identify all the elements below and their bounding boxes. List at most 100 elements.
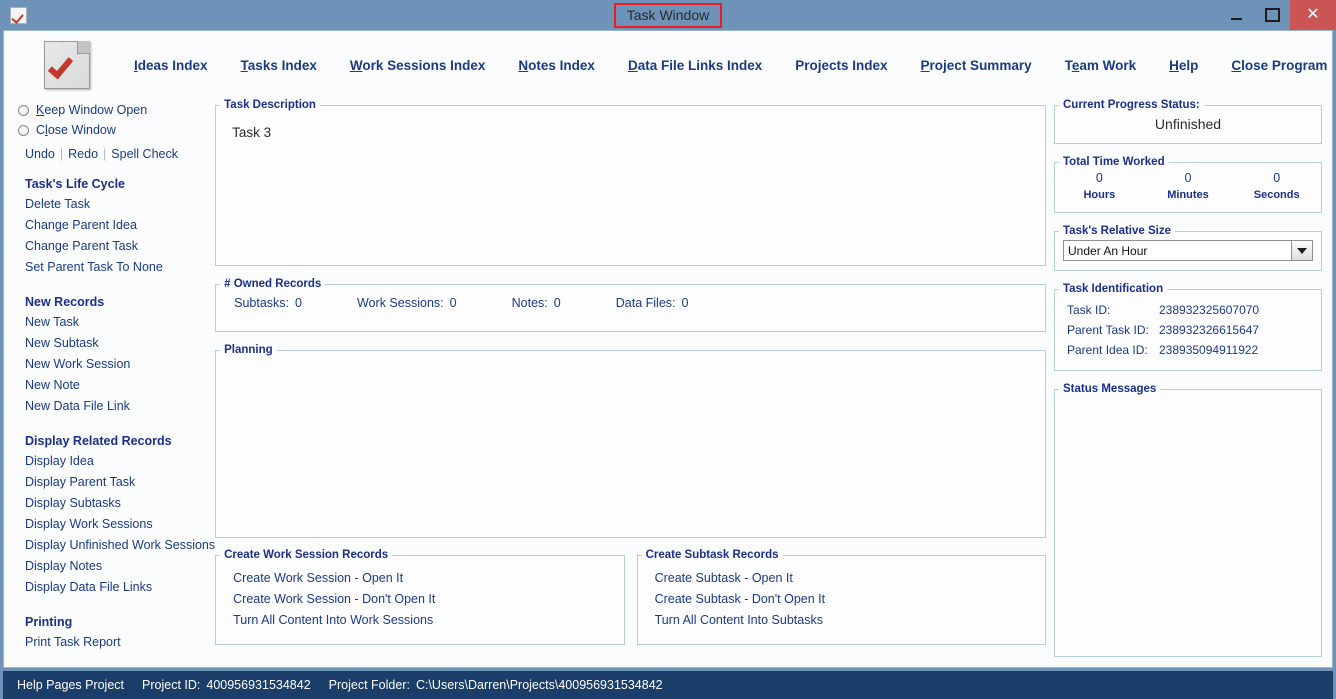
nav-item-team-work[interactable]: Team Work xyxy=(1065,58,1137,73)
total-time-worked-panel: Total Time Worked 0 Hours 0 Minutes 0 Se xyxy=(1054,156,1322,213)
identification-rows: Task ID: 238932325607070 Parent Task ID:… xyxy=(1055,295,1321,360)
planning-panel: Planning xyxy=(215,344,1046,538)
nav-item-help[interactable]: Help xyxy=(1169,58,1198,73)
sidebar-item-display-unfinished-work-sessions[interactable]: Display Unfinished Work Sessions xyxy=(25,536,215,554)
sidebar-item-display-subtasks[interactable]: Display Subtasks xyxy=(25,494,215,512)
sidebar-item-set-parent-task-to-none[interactable]: Set Parent Task To None xyxy=(25,258,215,276)
maximize-button[interactable] xyxy=(1254,0,1290,30)
sidebar-item-change-parent-task[interactable]: Change Parent Task xyxy=(25,237,215,255)
planning-legend: Planning xyxy=(224,344,273,356)
status-messages-legend: Status Messages xyxy=(1063,383,1157,395)
task-relative-size-panel: Task's Relative Size Under An Hour xyxy=(1054,225,1322,271)
task-description-legend: Task Description xyxy=(224,99,316,111)
edit-actions-row: Undo | Redo | Spell Check xyxy=(25,147,215,161)
radio-label: Keep Window Open xyxy=(36,103,148,117)
window-controls: ✕ xyxy=(1218,0,1336,30)
time-value: 0 xyxy=(1184,171,1192,185)
page-title: Task Window xyxy=(613,2,723,28)
status-project-id-label: Project ID: xyxy=(142,678,201,692)
create-subtask-legend: Create Subtask Records xyxy=(645,549,779,561)
owned-value: 0 xyxy=(449,296,457,310)
minimize-button[interactable] xyxy=(1218,0,1254,30)
status-project-folder-value: C:\Users\Darren\Projects\400956931534842 xyxy=(415,678,663,692)
radio-close-window[interactable]: Close Window xyxy=(18,123,215,137)
identification-label: Task ID: xyxy=(1067,303,1111,317)
owned-records-legend: # Owned Records xyxy=(224,278,322,290)
title-container: Task Window xyxy=(0,0,1336,30)
sidebar-item-new-data-file-link[interactable]: New Data File Link xyxy=(25,397,215,415)
right-column: Current Progress Status: Unfinished Tota… xyxy=(1054,99,1332,667)
identification-row-parent-task-id: Parent Task ID: 238932326615647 xyxy=(1067,320,1321,340)
status-project-folder: Project Folder: C:\Users\Darren\Projects\… xyxy=(329,678,663,692)
sidebar-heading-life-cycle: Task's Life Cycle xyxy=(25,177,126,191)
owned-cell-work-sessions: Work Sessions: 0 xyxy=(357,296,512,310)
time-unit: Hours xyxy=(1083,189,1116,201)
sidebar-item-new-note[interactable]: New Note xyxy=(25,376,215,394)
sidebar-item-display-parent-task[interactable]: Display Parent Task xyxy=(25,473,215,491)
nav-item-tasks-index[interactable]: Tasks Index xyxy=(241,58,317,73)
identification-row-parent-idea-id: Parent Idea ID: 238935094911922 xyxy=(1067,340,1321,360)
identification-value: 238932326615647 xyxy=(1159,323,1260,337)
title-bar: Task Window ✕ xyxy=(0,0,1336,30)
sidebar-item-change-parent-idea[interactable]: Change Parent Idea xyxy=(25,216,215,234)
sidebar-item-print-task-report[interactable]: Print Task Report xyxy=(25,633,215,651)
task-check-icon xyxy=(10,6,27,24)
status-project-id-value: 400956931534842 xyxy=(206,678,311,692)
turn-all-content-into-subtasks[interactable]: Turn All Content Into Subtasks xyxy=(655,610,1045,631)
current-progress-status-panel: Current Progress Status: Unfinished xyxy=(1054,99,1322,144)
nav-item-projects-index[interactable]: Projects Index xyxy=(795,58,887,73)
relative-size-select[interactable]: Under An Hour xyxy=(1063,240,1313,261)
task-identification-legend: Task Identification xyxy=(1063,283,1164,295)
chevron-down-icon[interactable] xyxy=(1291,241,1312,260)
owned-cell-subtasks: Subtasks: 0 xyxy=(234,296,357,310)
nav-item-work-sessions-index[interactable]: Work Sessions Index xyxy=(350,58,486,73)
radio-keep-window-open[interactable]: Keep Window Open xyxy=(18,103,215,117)
client-area: Ideas Index Tasks Index Work Sessions In… xyxy=(3,30,1333,668)
sidebar-heading-display-related: Display Related Records xyxy=(25,434,172,448)
sidebar-item-display-idea[interactable]: Display Idea xyxy=(25,452,215,470)
sidebar-item-new-subtask[interactable]: New Subtask xyxy=(25,334,215,352)
identification-label: Parent Idea ID: xyxy=(1067,343,1148,357)
owned-label: Data Files: xyxy=(615,296,676,310)
sidebar-heading-printing: Printing xyxy=(25,615,73,629)
owned-records-row: Subtasks: 0 Work Sessions: 0 Notes: 0 Da… xyxy=(216,290,1045,310)
nav-item-ideas-index[interactable]: Ideas Index xyxy=(134,58,208,73)
time-row: 0 Hours 0 Minutes 0 Seconds xyxy=(1055,168,1321,201)
nav-item-data-file-links-index[interactable]: Data File Links Index xyxy=(628,58,762,73)
owned-value: 0 xyxy=(553,296,561,310)
create-work-session-actions: Create Work Session - Open It Create Wor… xyxy=(216,561,623,631)
sidebar-item-new-task[interactable]: New Task xyxy=(25,313,215,331)
time-cell-minutes: 0 Minutes xyxy=(1144,171,1233,201)
task-description-value[interactable]: Task 3 xyxy=(216,111,1045,140)
status-messages-panel: Status Messages xyxy=(1054,383,1322,657)
sidebar-item-display-notes[interactable]: Display Notes xyxy=(25,557,215,575)
sidebar-item-display-work-sessions[interactable]: Display Work Sessions xyxy=(25,515,215,533)
nav-item-close-program[interactable]: Close Program xyxy=(1231,58,1327,73)
nav-item-notes-index[interactable]: Notes Index xyxy=(518,58,595,73)
create-work-session-records-panel: Create Work Session Records Create Work … xyxy=(215,549,625,645)
create-subtask-records-panel: Create Subtask Records Create Subtask - … xyxy=(636,549,1046,645)
task-relative-size-legend: Task's Relative Size xyxy=(1063,225,1171,237)
create-work-session-open-it[interactable]: Create Work Session - Open It xyxy=(233,568,623,589)
owned-cell-notes: Notes: 0 xyxy=(512,296,616,310)
undo-link[interactable]: Undo xyxy=(25,147,55,161)
turn-all-content-into-work-sessions[interactable]: Turn All Content Into Work Sessions xyxy=(233,610,623,631)
redo-link[interactable]: Redo xyxy=(68,147,98,161)
spell-check-link[interactable]: Spell Check xyxy=(111,147,178,161)
sidebar-item-new-work-session[interactable]: New Work Session xyxy=(25,355,215,373)
create-subtask-dont-open-it[interactable]: Create Subtask - Don't Open It xyxy=(655,589,1045,610)
sidebar-item-delete-task[interactable]: Delete Task xyxy=(25,195,215,213)
create-work-session-dont-open-it[interactable]: Create Work Session - Don't Open It xyxy=(233,589,623,610)
identification-label: Parent Task ID: xyxy=(1067,323,1149,337)
identification-row-task-id: Task ID: 238932325607070 xyxy=(1067,300,1321,320)
owned-label: Work Sessions: xyxy=(357,296,444,310)
current-progress-status-value: Unfinished xyxy=(1154,116,1222,132)
sidebar-item-display-data-file-links[interactable]: Display Data File Links xyxy=(25,578,215,596)
close-button[interactable]: ✕ xyxy=(1290,0,1336,30)
create-subtask-open-it[interactable]: Create Subtask - Open It xyxy=(655,568,1045,589)
total-time-worked-legend: Total Time Worked xyxy=(1063,156,1165,168)
nav-item-project-summary[interactable]: Project Summary xyxy=(921,58,1032,73)
owned-label: Subtasks: xyxy=(234,296,290,310)
